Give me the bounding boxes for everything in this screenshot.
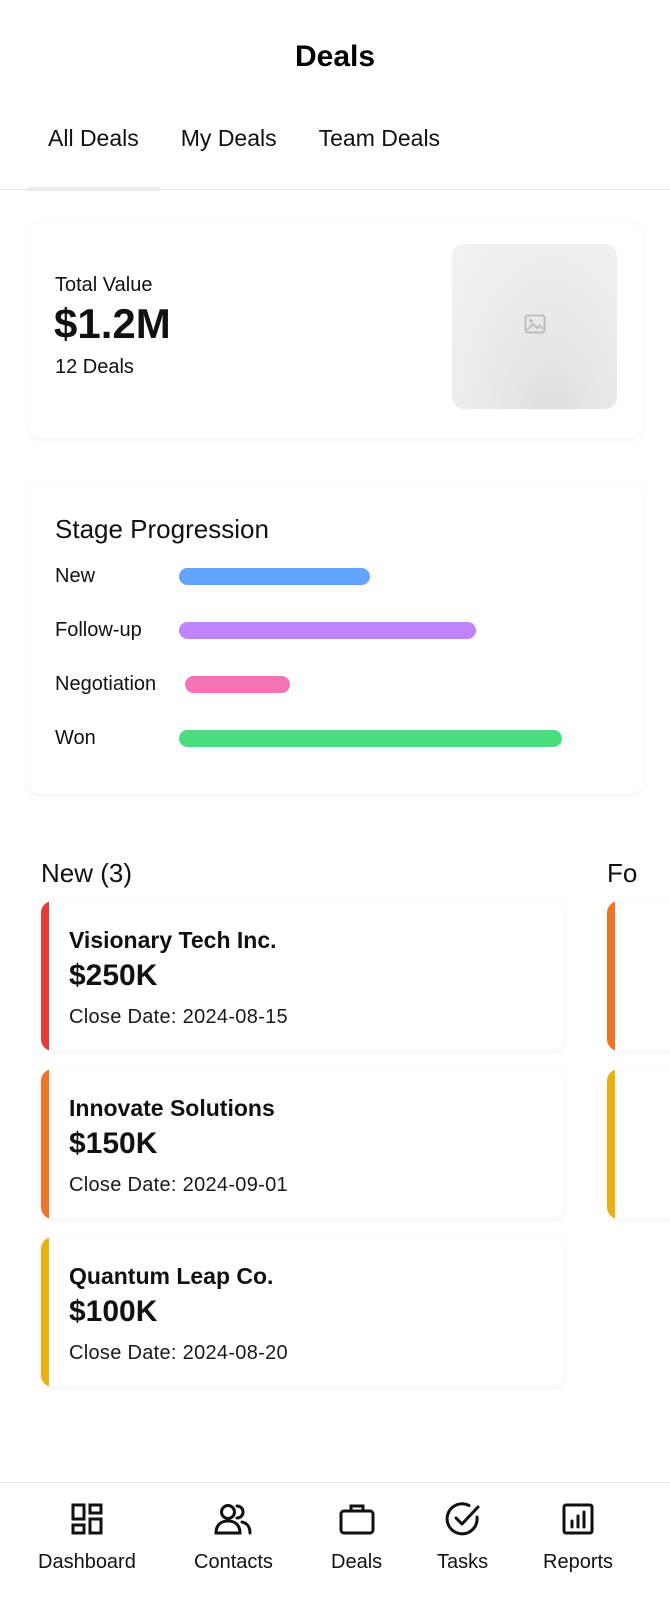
stage-bar-negotiation [185,676,290,693]
image-placeholder [452,244,617,409]
nav-label: Dashboard [38,1551,136,1573]
column-title: New (3) [41,858,133,888]
page-title: Deals [294,40,376,73]
image-icon [524,314,546,339]
stage-row-new: New [55,561,615,591]
deal-count: 12 Deals [55,356,134,378]
stage-progression-title: Stage Progression [55,514,269,544]
stage-bar-new [179,568,370,585]
nav-label: Reports [543,1551,614,1573]
deal-close-date: Close Date: 2024-08-15 [69,1006,288,1028]
stage-progression-card: Stage Progression New Follow-up Negotiat… [27,484,643,794]
deal-value: $100K [69,1295,158,1328]
column-title: Fo [607,858,638,888]
deal-accent [41,901,49,1051]
stage-bar-follow-up [179,622,476,639]
tab-bar: All Deals My Deals Team Deals [0,109,670,191]
stage-row-negotiation: Negotiation [55,669,615,699]
deal-card[interactable]: Innovate Solutions $150K Close Date: 202… [41,1069,564,1219]
total-value-amount: $1.2M [54,300,171,347]
stage-row-won: Won [55,723,615,753]
nav-label: Deals [331,1551,383,1573]
bottom-navigation: Dashboard Contacts Deals Tasks Reports [0,1482,670,1600]
deals-screen: Deals All Deals My Deals Team Deals Tota… [0,0,670,1600]
deal-value: $150K [69,1127,158,1160]
nav-dashboard[interactable]: Dashboard [38,1483,136,1600]
pipeline-columns[interactable]: New (3) Visionary Tech Inc. $250K Close … [0,840,670,1430]
nav-reports[interactable]: Reports [543,1483,613,1600]
deal-card[interactable] [607,901,670,1051]
nav-label: Contacts [194,1551,273,1573]
contacts-icon [213,1499,253,1539]
deal-accent [607,901,615,1051]
deal-value: $250K [69,959,158,992]
deal-accent [41,1069,49,1219]
nav-deals[interactable]: Deals [331,1483,382,1600]
total-value-card: Total Value $1.2M 12 Deals [27,222,643,438]
deal-name: Visionary Tech Inc. [69,927,277,953]
deal-card[interactable]: Visionary Tech Inc. $250K Close Date: 20… [41,901,564,1051]
dashboard-icon [67,1499,107,1539]
deal-card[interactable] [607,1069,670,1219]
check-circle-icon [443,1499,483,1539]
reports-icon [558,1499,598,1539]
deal-name: Innovate Solutions [69,1095,275,1121]
tab-all-deals[interactable]: All Deals [27,109,160,191]
total-value-label: Total Value [55,274,153,296]
nav-tasks[interactable]: Tasks [437,1483,488,1600]
deal-card[interactable]: Quantum Leap Co. $100K Close Date: 2024-… [41,1237,564,1387]
deal-name: Quantum Leap Co. [69,1263,274,1289]
tab-my-deals[interactable]: My Deals [160,109,298,189]
deal-accent [607,1069,615,1219]
briefcase-icon [337,1499,377,1539]
nav-label: Tasks [437,1551,489,1573]
nav-contacts[interactable]: Contacts [194,1483,273,1600]
header: Deals [0,0,670,110]
stage-row-follow-up: Follow-up [55,615,615,645]
deal-close-date: Close Date: 2024-08-20 [69,1342,288,1364]
tab-team-deals[interactable]: Team Deals [298,109,461,189]
deal-close-date: Close Date: 2024-09-01 [69,1174,288,1196]
deal-accent [41,1237,49,1387]
stage-bar-won [179,730,562,747]
